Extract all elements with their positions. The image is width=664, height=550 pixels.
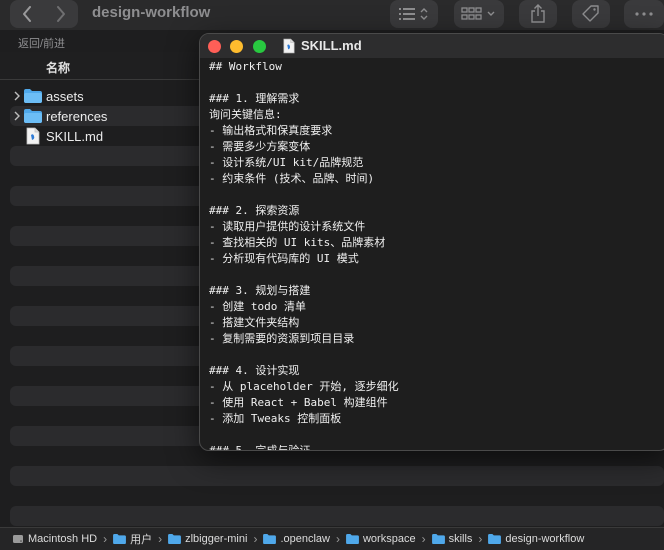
text-line: - 添加 Tweaks 控制面板 — [209, 412, 342, 425]
close-button[interactable] — [208, 40, 221, 53]
column-name-header[interactable]: 名称 — [46, 59, 70, 76]
finder-toolbar: design-workflow — [0, 0, 664, 30]
text-line: - 读取用户提供的设计系统文件 — [209, 220, 366, 233]
text-line: - 设计系统/UI kit/品牌规范 — [209, 156, 364, 169]
nav-button-group — [10, 0, 78, 28]
folder-icon — [346, 534, 359, 544]
text-line: - 需要多少方案变体 — [209, 140, 311, 153]
grid-icon — [461, 7, 495, 20]
chevron-left-icon — [23, 6, 31, 22]
hard-drive-icon — [13, 535, 23, 543]
path-crumb-users[interactable]: 用户 — [113, 531, 152, 547]
text-line — [209, 427, 659, 443]
text-line: - 搭建文件夹结构 — [209, 316, 300, 329]
text-line: - 查找相关的 UI kits、品牌素材 — [209, 236, 386, 249]
path-crumb-disk[interactable]: Macintosh HD — [12, 533, 97, 545]
forward-button[interactable] — [44, 0, 78, 28]
text-line: - 创建 todo 清单 — [209, 300, 306, 313]
minimize-button[interactable] — [230, 40, 243, 53]
folder-icon — [24, 89, 42, 103]
path-crumb-home[interactable]: zlbigger-mini — [168, 533, 247, 545]
disclosure-triangle[interactable] — [10, 106, 24, 126]
document-icon — [26, 127, 40, 145]
list-view-button[interactable] — [390, 0, 438, 28]
path-bar: Macintosh HD › 用户 › zlbigger-mini › .ope… — [0, 527, 664, 550]
file-name: SKILL.md — [46, 128, 104, 144]
window-title: design-workflow — [92, 4, 211, 21]
tag-icon — [582, 5, 599, 22]
share-icon — [531, 4, 545, 23]
empty-row — [10, 466, 664, 486]
group-view-button[interactable] — [454, 0, 504, 28]
zoom-button[interactable] — [253, 40, 266, 53]
text-line — [209, 75, 659, 91]
share-button[interactable] — [519, 0, 557, 28]
folder-icon — [168, 534, 182, 544]
text-line: - 复制需要的资源到项目目录 — [209, 332, 355, 345]
text-line — [209, 267, 659, 283]
path-separator: › — [103, 532, 108, 546]
text-line: 询问关键信息: — [209, 108, 282, 121]
folder-icon — [113, 534, 127, 544]
file-name: references — [46, 108, 108, 124]
path-separator: › — [158, 532, 163, 546]
folder-icon — [263, 534, 277, 544]
text-line: ### 3. 规划与搭建 — [209, 284, 311, 297]
text-line: - 使用 React + Babel 构建组件 — [209, 396, 388, 409]
folder-icon — [431, 534, 445, 544]
chevron-right-icon — [14, 91, 20, 101]
text-line: ### 4. 设计实现 — [209, 364, 300, 377]
document-window[interactable]: SKILL.md ## Workflow ### 1. 理解需求 询问关键信息: - … — [199, 33, 664, 451]
text-line: ### 2. 探索资源 — [209, 204, 300, 217]
path-crumb-design-workflow[interactable]: design-workflow — [488, 533, 584, 545]
list-view-icon — [399, 8, 428, 20]
back-forward-label: 返回/前进 — [18, 38, 66, 50]
text-line: - 分析现有代码库的 UI 模式 — [209, 252, 359, 265]
text-line: ### 5. 完成与验证 — [209, 444, 311, 451]
folder-icon — [24, 109, 42, 123]
file-name: assets — [46, 88, 84, 104]
text-line — [209, 187, 659, 203]
folder-icon — [488, 534, 502, 544]
path-separator: › — [335, 532, 340, 546]
document-titlebar[interactable]: SKILL.md — [200, 34, 664, 58]
more-button[interactable] — [624, 0, 664, 28]
text-line: - 从 placeholder 开始, 逐步细化 — [209, 380, 399, 393]
path-separator: › — [421, 532, 426, 546]
document-icon — [283, 38, 295, 54]
text-line: ### 1. 理解需求 — [209, 92, 300, 105]
document-title: SKILL.md — [301, 38, 362, 53]
text-line: - 约束条件 (技术、品牌、时间) — [209, 172, 375, 185]
chevron-right-icon — [57, 6, 65, 22]
ellipsis-icon — [635, 12, 653, 16]
chevron-right-icon — [14, 111, 20, 121]
document-text-area[interactable]: ## Workflow ### 1. 理解需求 询问关键信息: - 输出格式和保真度要… — [209, 59, 659, 451]
path-separator: › — [478, 532, 483, 546]
disclosure-triangle[interactable] — [10, 86, 24, 106]
path-crumb-workspace[interactable]: workspace — [346, 533, 416, 545]
path-separator: › — [253, 532, 258, 546]
text-line — [209, 347, 659, 363]
back-button[interactable] — [10, 0, 44, 28]
tag-button[interactable] — [572, 0, 610, 28]
empty-row — [10, 506, 664, 526]
text-line: - 输出格式和保真度要求 — [209, 124, 333, 137]
path-crumb-skills[interactable]: skills — [431, 533, 472, 545]
path-crumb-openclaw[interactable]: .openclaw — [263, 533, 330, 545]
text-line: ## Workflow — [209, 60, 282, 73]
